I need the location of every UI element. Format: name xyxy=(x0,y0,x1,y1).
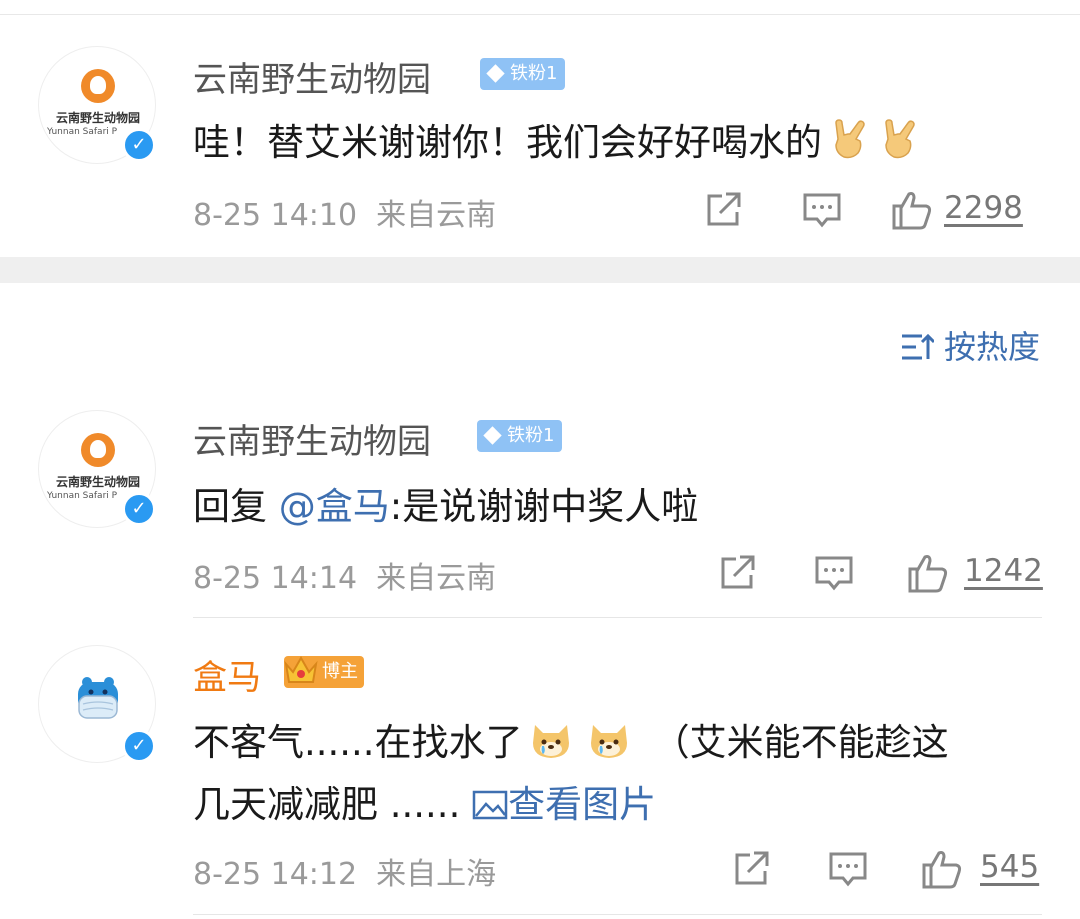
comment-meta: 8-25 14:12 来自上海 xyxy=(193,849,496,893)
like-count[interactable]: 1242 xyxy=(964,553,1043,589)
like-count[interactable]: 545 xyxy=(980,849,1039,885)
comment-meta: 8-25 14:14 来自云南 xyxy=(193,553,496,597)
author-name[interactable]: 云南野生动物园 xyxy=(193,414,431,463)
author-name[interactable]: 盒马 xyxy=(193,650,261,699)
comment-body-continued: （艾米能不能趁这 xyxy=(652,721,949,764)
comment-body: :是说谢谢中奖人啦 xyxy=(389,485,699,528)
reply-icon[interactable] xyxy=(812,551,856,595)
like-icon[interactable] xyxy=(920,847,964,891)
sort-label: 按热度 xyxy=(943,328,1040,366)
badge-label: 铁粉1 xyxy=(510,63,558,84)
comment-location: 来自云南 xyxy=(376,561,497,596)
verified-icon: ✓ xyxy=(122,128,156,162)
comment-meta: 8-25 14:10 来自云南 xyxy=(193,190,496,234)
section-gap xyxy=(0,257,1080,283)
comment-body: 哇！替艾米谢谢你！我们会好好喝水的 xyxy=(193,121,822,164)
share-icon[interactable] xyxy=(702,188,746,232)
verified-icon: ✓ xyxy=(122,729,156,763)
like-icon[interactable] xyxy=(890,188,934,232)
like-count[interactable]: 2298 xyxy=(944,190,1023,226)
comment-actions: 545 xyxy=(730,847,1042,891)
badge-label: 铁粉1 xyxy=(507,425,555,446)
comment-time: 8-25 14:12 xyxy=(193,857,358,892)
crying-doge-emoji xyxy=(532,725,569,758)
comment-text: 哇！替艾米谢谢你！我们会好好喝水的 xyxy=(193,112,922,166)
like-icon[interactable] xyxy=(906,551,950,595)
crown-icon xyxy=(284,655,318,683)
rock-hand-emoji xyxy=(835,119,865,159)
share-icon[interactable] xyxy=(730,847,774,891)
blogger-badge[interactable]: 博主 xyxy=(284,655,364,688)
mention-link[interactable]: @盒马 xyxy=(279,485,390,528)
image-icon xyxy=(472,790,508,820)
comment-location: 来自上海 xyxy=(376,857,497,892)
comment-text: 回复 @盒马:是说谢谢中奖人啦 xyxy=(193,476,698,530)
comment-actions: 2298 xyxy=(702,188,1042,232)
comment-time: 8-25 14:14 xyxy=(193,561,358,596)
avatar-logo-text: 云南野生动物园 xyxy=(55,475,140,489)
fan-badge[interactable]: 铁粉1 xyxy=(477,420,563,452)
author-name[interactable]: 云南野生动物园 xyxy=(193,52,431,101)
comment-text-line-2: 几天减减肥 ...... 查看图片 xyxy=(193,774,656,828)
crying-doge-emoji xyxy=(590,725,627,758)
comment-body: 几天减减肥 ...... xyxy=(193,783,461,826)
comment-time: 8-25 14:10 xyxy=(193,198,358,233)
hippo-avatar-icon xyxy=(78,677,118,719)
reply-icon[interactable] xyxy=(826,847,870,891)
rock-hand-emoji xyxy=(885,119,915,159)
comment-location: 来自云南 xyxy=(376,198,497,233)
view-image-label: 查看图片 xyxy=(508,783,657,826)
avatar-logo-text: 云南野生动物园 xyxy=(55,111,140,125)
comment-text-line-1: 不客气......在找水了 （艾米能不能趁这 xyxy=(193,712,949,766)
comment-actions: 1242 xyxy=(716,551,1043,595)
diamond-icon xyxy=(486,64,505,83)
sort-icon xyxy=(901,333,934,360)
badge-label: 博主 xyxy=(322,661,358,682)
comment-body: 不客气......在找水了 xyxy=(193,721,523,764)
sort-by-hot-button[interactable]: 按热度 xyxy=(900,322,1040,368)
zoo-logo-icon xyxy=(81,69,115,103)
comment-divider xyxy=(193,914,1042,915)
verified-icon: ✓ xyxy=(122,492,156,526)
fan-badge[interactable]: 铁粉1 xyxy=(480,58,566,90)
reply-icon[interactable] xyxy=(800,188,844,232)
comment-item: 云南野生动物园 Yunnan Safari P ✓ 云南野生动物园 铁粉1 哇！… xyxy=(0,0,1080,257)
zoo-logo-icon xyxy=(81,433,115,467)
reply-prefix: 回复 xyxy=(193,485,267,528)
comment-divider xyxy=(193,617,1042,618)
share-icon[interactable] xyxy=(716,551,760,595)
view-image-link[interactable]: 查看图片 xyxy=(472,783,656,826)
diamond-icon xyxy=(483,426,502,445)
